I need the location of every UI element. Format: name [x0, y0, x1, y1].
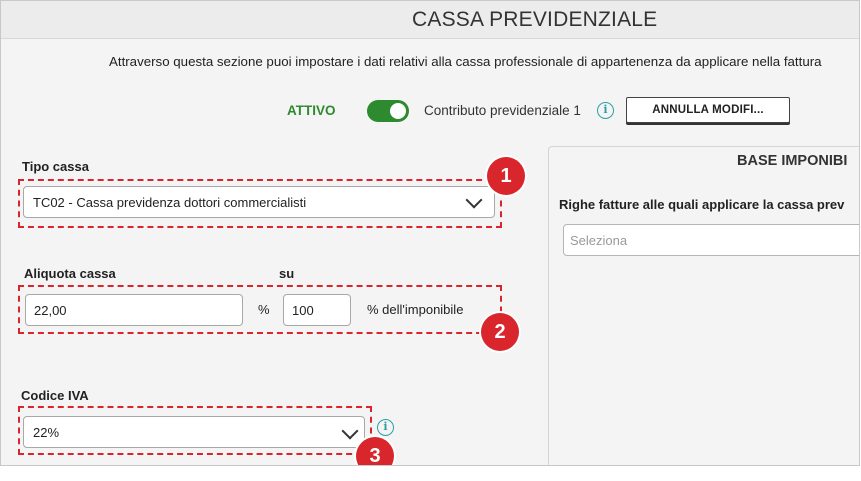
- select-placeholder: Seleziona: [570, 233, 628, 248]
- invoice-rows-select[interactable]: Seleziona: [563, 224, 859, 256]
- callout-box-3: [18, 406, 372, 455]
- info-icon[interactable]: i: [597, 102, 614, 119]
- callout-badge-1: 1: [487, 157, 525, 195]
- invoice-rows-label: Righe fatture alle quali applicare la ca…: [559, 197, 845, 212]
- toggle-knob: [390, 103, 406, 119]
- codice-iva-label: Codice IVA: [21, 388, 89, 403]
- base-imponibile-panel: BASE IMPONIBI Righe fatture alle quali a…: [548, 146, 859, 465]
- contribution-label: Contributo previdenziale 1: [424, 103, 581, 118]
- callout-badge-3: 3: [356, 437, 394, 465]
- cassa-previdenziale-panel: CASSA PREVIDENZIALE Attraverso questa se…: [0, 0, 860, 466]
- base-imponibile-title: BASE IMPONIBI: [737, 153, 848, 169]
- active-toggle[interactable]: [367, 100, 409, 122]
- tipo-cassa-label: Tipo cassa: [22, 159, 89, 174]
- active-status-label: ATTIVO: [287, 103, 336, 118]
- page-title: CASSA PREVIDENZIALE: [412, 8, 658, 31]
- aliquota-label: Aliquota cassa: [24, 266, 116, 281]
- callout-box-2: [18, 285, 502, 334]
- su-label: su: [279, 266, 295, 281]
- section-description: Attraverso questa sezione puoi impostare…: [109, 54, 822, 69]
- cancel-changes-button[interactable]: ANNULLA MODIFI...: [626, 97, 790, 123]
- callout-badge-2: 2: [481, 313, 519, 351]
- section-header: CASSA PREVIDENZIALE: [1, 1, 859, 39]
- callout-box-1: [18, 179, 502, 228]
- info-icon[interactable]: i: [377, 419, 394, 436]
